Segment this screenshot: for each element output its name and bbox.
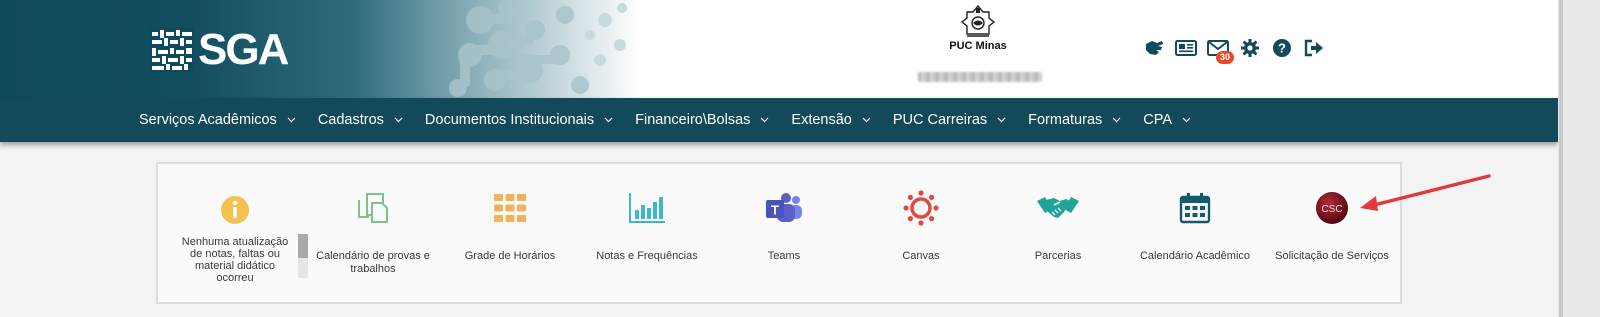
updates-notice-text: Nenhuma atualização de notas, faltas ou … (181, 236, 289, 284)
main-nav: Serviços Acadêmicos Cadastros Documentos… (0, 98, 1558, 142)
settings-button[interactable] (1238, 37, 1262, 59)
nav-formaturas[interactable]: Formaturas (1028, 112, 1121, 128)
shortcut-calendario-academico[interactable]: Calendário Acadêmico (1125, 188, 1265, 263)
shortcut-canvas[interactable]: Canvas (851, 188, 991, 263)
updates-notice: Nenhuma atualização de notas, faltas ou … (176, 192, 310, 284)
shortcut-parcerias[interactable]: Parcerias (988, 188, 1128, 263)
accessibility-button[interactable] (1142, 37, 1166, 59)
nav-financeiro-bolsas[interactable]: Financeiro\Bolsas (635, 112, 769, 128)
calendar-icon (1179, 193, 1211, 224)
nav-documentos-institucionais[interactable]: Documentos Institucionais (425, 112, 613, 128)
nav-item-label: PUC Carreiras (892, 112, 988, 128)
help-circle-icon: ? (1273, 39, 1291, 57)
chevron-down-icon (287, 117, 296, 123)
shortcut-label: Canvas (902, 250, 940, 262)
bar-chart-icon (629, 193, 665, 223)
handshake-icon (1037, 197, 1079, 218)
svg-text:T: T (771, 203, 779, 218)
header: SGA PUC Minas 30 ? (0, 0, 1558, 98)
nav-cadastros[interactable]: Cadastros (318, 112, 403, 128)
header-toolbar: 30 ? (1142, 37, 1326, 64)
chevron-down-icon (1112, 117, 1121, 123)
shortcut-grade-horarios[interactable]: Grade de Horários (440, 188, 580, 263)
chevron-down-icon (394, 117, 403, 123)
chevron-down-icon (1182, 117, 1191, 123)
chevron-down-icon (862, 117, 871, 123)
sga-logo[interactable]: SGA (150, 25, 289, 74)
newspaper-icon (1175, 40, 1197, 56)
shortcut-label: Teams (767, 250, 801, 262)
chevron-down-icon (604, 117, 613, 123)
info-icon (221, 196, 249, 224)
annotation-arrow (1360, 174, 1491, 211)
messages-button[interactable]: 30 (1206, 37, 1235, 64)
shortcuts-panel: Nenhuma atualização de notas, faltas ou … (156, 162, 1402, 304)
puc-minas-brand: PUC Minas (918, 4, 1042, 82)
shortcut-label: Solicitação de Serviços (1275, 250, 1389, 262)
canvas-icon (903, 190, 939, 226)
nav-item-label: Documentos Institucionais (424, 112, 595, 128)
nav-item-label: Formaturas (1028, 112, 1103, 128)
nav-item-label: CPA (1143, 112, 1173, 128)
shortcut-label: Parcerias (1034, 250, 1082, 262)
shortcut-label: Calendário Acadêmico (1139, 250, 1251, 262)
page-scrollbar[interactable] (1558, 0, 1600, 317)
svg-text:CSC: CSC (1321, 204, 1342, 215)
shortcut-teams[interactable]: T Teams (714, 188, 854, 263)
sign-language-icon (1146, 41, 1163, 55)
shortcut-calendario-provas[interactable]: Calendário de provas e trabalhos (303, 188, 443, 276)
gear-icon (1241, 39, 1259, 57)
unread-messages-badge: 30 (1216, 51, 1235, 64)
sga-logo-mark-icon (150, 28, 194, 72)
puc-minas-seal-icon (960, 4, 996, 37)
nav-extensao[interactable]: Extensão (791, 112, 871, 128)
copy-documents-icon (358, 193, 388, 223)
nav-item-label: Extensão (791, 112, 852, 128)
chevron-down-icon (997, 117, 1006, 123)
nav-item-label: Cadastros (317, 112, 384, 128)
page-scrollbar-thumb[interactable] (1559, 0, 1563, 317)
csc-icon: CSC (1316, 192, 1348, 224)
logout-button[interactable] (1302, 37, 1326, 59)
molecule-pattern-art (449, 0, 627, 97)
grid-icon (494, 194, 526, 222)
shortcut-label: Notas e Frequências (596, 250, 698, 262)
nav-item-label: Financeiro\Bolsas (635, 112, 751, 128)
shortcut-label: Calendário de provas e trabalhos (316, 250, 430, 275)
chevron-down-icon (760, 117, 769, 123)
nav-puc-carreiras[interactable]: PUC Carreiras (893, 112, 1006, 128)
sign-out-icon (1304, 39, 1323, 57)
help-button[interactable]: ? (1270, 37, 1294, 59)
institution-name: PUC Minas (949, 40, 1007, 52)
shortcut-label: Grade de Horários (464, 250, 556, 262)
nav-cpa[interactable]: CPA (1143, 112, 1191, 128)
nav-servicos-academicos[interactable]: Serviços Acadêmicos (139, 112, 296, 128)
news-button[interactable] (1174, 37, 1198, 59)
svg-text:?: ? (1278, 41, 1286, 56)
nav-item-label: Serviços Acadêmicos (139, 112, 277, 128)
sga-logo-text: SGA (198, 25, 289, 74)
teams-icon: T (766, 193, 802, 222)
shortcut-notas-frequencias[interactable]: Notas e Frequências (577, 188, 717, 263)
user-name-redacted (918, 72, 1042, 82)
